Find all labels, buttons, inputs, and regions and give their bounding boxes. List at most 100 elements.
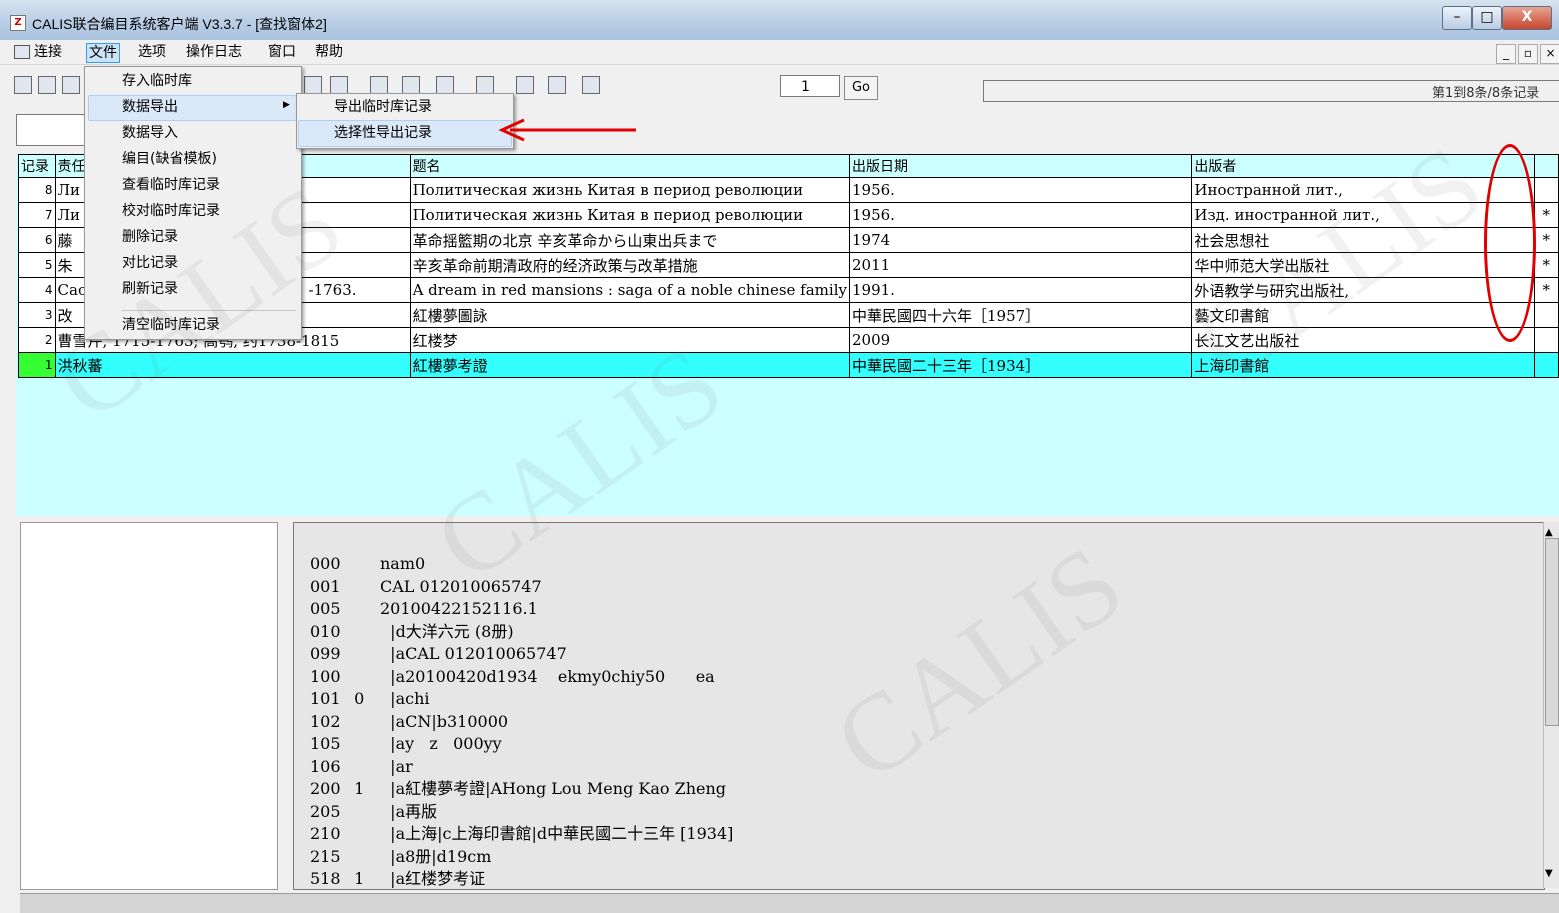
cell-num: 7 bbox=[18, 202, 56, 228]
record-icon[interactable] bbox=[304, 76, 322, 94]
cell-publisher: 社会思想社 bbox=[1191, 227, 1535, 253]
menu-file[interactable]: 文件 bbox=[86, 43, 120, 63]
marc-content: |d大洋六元 (8册) bbox=[380, 621, 514, 641]
marc-content: |a红楼梦考证 bbox=[380, 869, 486, 888]
marc-field-line: 210 |a上海|c上海印書館|d中華民國二十三年 [1934] bbox=[310, 823, 733, 846]
cell-date: 中華民國四十六年［1957］ bbox=[848, 302, 1193, 328]
marc-indicator: 1 bbox=[344, 869, 365, 888]
save-icon[interactable] bbox=[38, 76, 56, 94]
cell-title: Политическая жизнь Китая в период револю… bbox=[409, 177, 850, 203]
record-count: 第1到8条/8条记录 bbox=[1432, 86, 1540, 101]
marc-indicator: 0 bbox=[344, 689, 365, 708]
cell-date: 1956. bbox=[848, 177, 1193, 203]
maximize-button[interactable]: □ bbox=[1472, 6, 1502, 30]
menu-item-data-import[interactable]: 数据导入 bbox=[122, 121, 178, 145]
close-button[interactable]: X bbox=[1502, 6, 1552, 30]
scroll-up-icon[interactable]: ▲ bbox=[1545, 527, 1553, 538]
col-header-date[interactable]: 出版日期 bbox=[848, 154, 1193, 178]
marc-tag: 099 bbox=[310, 644, 341, 663]
submenu-item-export-temp[interactable]: 导出临时库记录 bbox=[334, 95, 432, 119]
menu-item-compare[interactable]: 对比记录 bbox=[122, 251, 178, 275]
cell-date: 1956. bbox=[848, 202, 1193, 228]
mdi-restore-button[interactable]: ▫ bbox=[1518, 44, 1538, 64]
submenu-item-selective-export[interactable]: 选择性导出记录 bbox=[334, 121, 432, 145]
page-number-input[interactable]: 1 bbox=[780, 75, 840, 97]
preview-icon[interactable] bbox=[402, 76, 420, 94]
cell-num: 3 bbox=[18, 302, 56, 328]
export-icon[interactable] bbox=[476, 76, 494, 94]
print-icon[interactable] bbox=[582, 76, 600, 94]
menu-item-save-temp[interactable]: 存入临时库 bbox=[122, 69, 192, 93]
col-header-publisher[interactable]: 出版者 bbox=[1191, 154, 1535, 178]
col-header-record[interactable]: 记录 bbox=[18, 154, 56, 178]
cell-date: 中華民國二十三年［1934］ bbox=[848, 352, 1193, 378]
marc-field-line: 100 |a20100420d1934 ekmy0chiy50 ea bbox=[310, 666, 733, 689]
marc-tag: 001 bbox=[310, 576, 341, 596]
undo-icon[interactable] bbox=[330, 76, 348, 94]
marc-content: |achi bbox=[380, 689, 430, 708]
cell-title: 紅樓夢考證 bbox=[409, 352, 850, 378]
menu-separator bbox=[122, 310, 296, 311]
menu-item-catalog-default[interactable]: 编目(缺省模板) bbox=[122, 147, 217, 171]
table-row-selected[interactable]: 1 洪秋蕃 紅樓夢考證 中華民國二十三年［1934］ 上海印書館 bbox=[18, 352, 1559, 378]
cell-mark: * bbox=[1533, 252, 1559, 278]
menu-item-view-temp[interactable]: 查看临时库记录 bbox=[122, 173, 220, 197]
col-header-title[interactable]: 题名 bbox=[409, 154, 850, 178]
cell-publisher: Изд. иностранной лит., bbox=[1191, 202, 1535, 228]
cell-mark bbox=[1533, 327, 1559, 353]
cell-num: 5 bbox=[18, 252, 56, 278]
marc-tag: 518 bbox=[310, 869, 341, 888]
mdi-close-button[interactable]: × bbox=[1540, 44, 1559, 64]
left-panel bbox=[20, 522, 278, 890]
marc-tag: 210 bbox=[310, 824, 341, 843]
marc-content: CAL 012010065747 bbox=[380, 576, 542, 596]
menu-item-delete[interactable]: 删除记录 bbox=[122, 225, 178, 249]
tool-icon[interactable] bbox=[516, 76, 534, 94]
marc-tag: 106 bbox=[310, 756, 341, 776]
marc-content: |a20100420d1934 ekmy0chiy50 ea bbox=[380, 666, 715, 686]
marc-field-line: 010 |d大洋六元 (8册) bbox=[310, 621, 733, 644]
cell-date: 2009 bbox=[848, 327, 1193, 353]
marc-record-view: 000 nam0 001 CAL 012010065747 005 20100422152… bbox=[293, 522, 1545, 890]
marc-lines: 000 nam0 001 CAL 012010065747 005 20100422152… bbox=[310, 553, 733, 889]
marc-content: nam0 bbox=[380, 554, 426, 573]
cell-title: 紅樓夢圖詠 bbox=[409, 302, 850, 328]
monitor-icon[interactable] bbox=[14, 76, 32, 94]
marc-content: |a再版 bbox=[380, 801, 438, 821]
annotation-arrow bbox=[498, 118, 636, 142]
marc-content: 20100422152116.1 bbox=[380, 599, 538, 618]
document-icon[interactable] bbox=[370, 76, 388, 94]
app-icon: Z bbox=[10, 15, 26, 31]
menu-item-proof-temp[interactable]: 校对临时库记录 bbox=[122, 199, 220, 223]
marc-tag: 102 bbox=[310, 711, 341, 731]
marc-field-line: 101 0 |achi bbox=[310, 688, 733, 711]
menu-item-refresh[interactable]: 刷新记录 bbox=[122, 277, 178, 301]
cell-num: 2 bbox=[18, 327, 56, 353]
menu-connect[interactable]: 连接 bbox=[32, 43, 64, 61]
cell-title: Политическая жизнь Китая в период револю… bbox=[409, 202, 850, 228]
marc-indicator: 1 bbox=[344, 779, 365, 798]
status-bar bbox=[20, 893, 1559, 913]
menu-item-clear-temp[interactable]: 清空临时库记录 bbox=[122, 313, 220, 337]
marc-content: |a上海|c上海印書館|d中華民國二十三年 [1934] bbox=[380, 824, 734, 843]
menu-item-data-export[interactable]: 数据导出 bbox=[122, 95, 178, 119]
minimize-button[interactable]: – bbox=[1442, 6, 1472, 30]
scroll-thumb[interactable] bbox=[1545, 538, 1559, 726]
menu-options[interactable]: 选项 bbox=[136, 43, 168, 61]
mdi-minimize-button[interactable]: _ bbox=[1496, 44, 1516, 64]
cell-publisher: 藝文印書館 bbox=[1191, 302, 1535, 328]
toolbar-icon[interactable] bbox=[62, 76, 80, 94]
scroll-down-icon[interactable]: ▼ bbox=[1545, 868, 1553, 879]
marc-field-line: 200 1 |a紅樓夢考證|AHong Lou Meng Kao Zheng bbox=[310, 778, 733, 801]
cell-date: 1991. bbox=[848, 277, 1193, 303]
go-button[interactable]: Go bbox=[844, 76, 878, 100]
check-icon[interactable] bbox=[436, 76, 454, 94]
col-header-mark[interactable] bbox=[1533, 154, 1559, 178]
menu-operation-log[interactable]: 操作日志 bbox=[184, 43, 244, 61]
marc-field-line: 099 |aCAL 012010065747 bbox=[310, 643, 733, 666]
menu-help[interactable]: 帮助 bbox=[313, 43, 345, 61]
edit-icon[interactable] bbox=[548, 76, 566, 94]
annotation-ellipse bbox=[1484, 144, 1536, 342]
menu-window[interactable]: 窗口 bbox=[266, 43, 298, 61]
marc-field-line: 102 |aCN|b310000 bbox=[310, 711, 733, 734]
